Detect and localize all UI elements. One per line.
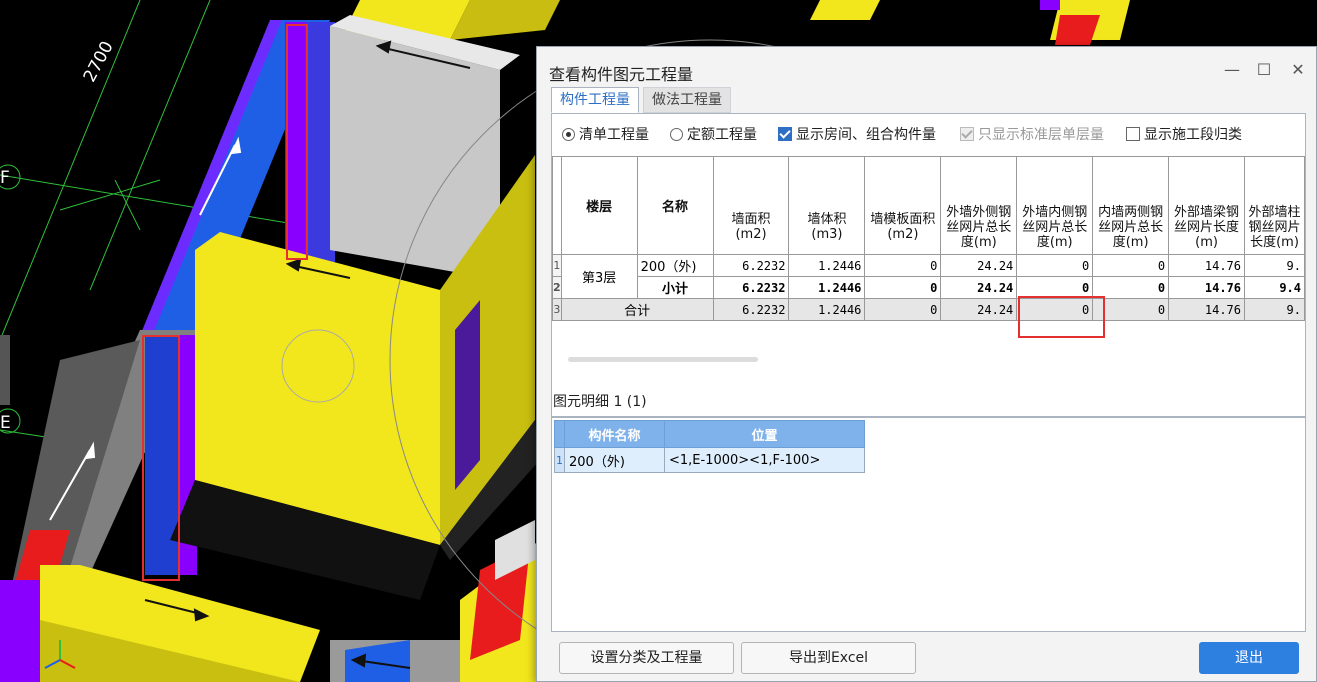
detail-label: 图元明细 1 (1) — [553, 394, 647, 410]
header-ext-inner-mesh[interactable]: 外墙内侧钢丝网片总长度(m) — [1016, 156, 1094, 255]
detail-panel: 构件名称 位置 1 200（外) <1,E-1000><1,F-100> — [551, 417, 1306, 632]
table-row[interactable]: 3 合计 6.2232 1.2446 0 24.24 0 0 14.76 9. — [552, 298, 1305, 321]
checkbox-unchecked-icon — [1126, 127, 1140, 141]
grid-label-e: E — [0, 413, 11, 433]
quantity-table: 楼层 名称 墙面积(m2) 墙体积(m3) 墙模板面积(m2) 外墙外侧钢丝网片… — [552, 156, 1305, 321]
radio-checked-icon — [562, 128, 575, 141]
highlight-box-wall-top — [286, 24, 308, 260]
header-formwork-area[interactable]: 墙模板面积(m2) — [864, 156, 942, 255]
floor-cell: 第3层 — [560, 254, 638, 299]
header-name[interactable]: 名称 — [636, 156, 714, 255]
header-ext-outer-mesh[interactable]: 外墙外侧钢丝网片总长度(m) — [940, 156, 1018, 255]
subtotal-label: 小计 — [636, 276, 714, 299]
header-wall-area[interactable]: 墙面积(m2) — [712, 156, 790, 255]
tab-method-quantity[interactable]: 做法工程量 — [643, 87, 731, 113]
header-ext-beam-mesh[interactable]: 外部墙梁钢丝网片长度(m) — [1168, 156, 1245, 255]
header-wall-volume[interactable]: 墙体积(m3) — [788, 156, 866, 255]
close-button[interactable]: ✕ — [1287, 59, 1309, 81]
minimize-button[interactable]: — — [1221, 59, 1243, 81]
detail-table: 构件名称 位置 1 200（外) <1,E-1000><1,F-100> — [554, 420, 865, 473]
set-category-button[interactable]: 设置分类及工程量 — [559, 642, 734, 674]
table-row[interactable]: 1 200（外) <1,E-1000><1,F-100> — [554, 447, 865, 473]
dialog-title: 查看构件图元工程量 — [549, 65, 694, 84]
table-row[interactable]: 1 第3层 200（外) 6.2232 1.2446 0 24.24 0 0 1… — [552, 254, 1305, 299]
header-int-both-mesh[interactable]: 内墙两侧钢丝网片总长度(m) — [1092, 156, 1170, 255]
radio-quota-quantity[interactable]: 定额工程量 — [670, 124, 757, 146]
export-excel-button[interactable]: 导出到Excel — [741, 642, 916, 674]
radio-unchecked-icon — [670, 128, 683, 141]
name-cell: 200（外) — [636, 254, 714, 277]
total-label: 合计 — [560, 298, 714, 321]
horizontal-scrollbar[interactable] — [568, 357, 758, 362]
options-bar: 清单工程量 定额工程量 显示房间、组合构件量 只显示标准层单层量 显示施工段归类 — [552, 124, 1307, 148]
checkbox-show-room-combo[interactable]: 显示房间、组合构件量 — [778, 124, 936, 146]
exit-button[interactable]: 退出 — [1199, 642, 1299, 674]
header-floor[interactable]: 楼层 — [560, 156, 638, 255]
header-ext-col-mesh[interactable]: 外部墙柱钢丝网片长度(m) — [1244, 156, 1305, 255]
view-component-quantity-dialog: 查看构件图元工程量 — ☐ ✕ 构件工程量 做法工程量 清单工程量 定额工程量 … — [536, 46, 1317, 682]
checkbox-checked-icon — [778, 127, 792, 141]
side-collapse-handle[interactable] — [0, 335, 10, 405]
highlight-box-inner-mesh — [1018, 296, 1105, 338]
table-row[interactable]: 2 小计 6.2232 1.2446 0 24.24 0 0 14.76 9.4 — [552, 276, 1305, 299]
quantity-panel: 清单工程量 定额工程量 显示房间、组合构件量 只显示标准层单层量 显示施工段归类… — [551, 113, 1306, 417]
header-component-name[interactable]: 构件名称 — [564, 420, 665, 448]
tab-component-quantity[interactable]: 构件工程量 — [551, 87, 639, 113]
maximize-button[interactable]: ☐ — [1253, 59, 1275, 81]
radio-bill-quantity[interactable]: 清单工程量 — [562, 124, 649, 146]
checkbox-standard-floor-only: 只显示标准层单层量 — [960, 124, 1104, 146]
checkbox-disabled-icon — [960, 127, 974, 141]
highlight-box-wall-bottom — [142, 335, 180, 581]
checkbox-show-construction-section[interactable]: 显示施工段归类 — [1126, 124, 1242, 146]
header-position[interactable]: 位置 — [664, 420, 865, 448]
grid-label-f: F — [0, 168, 10, 188]
